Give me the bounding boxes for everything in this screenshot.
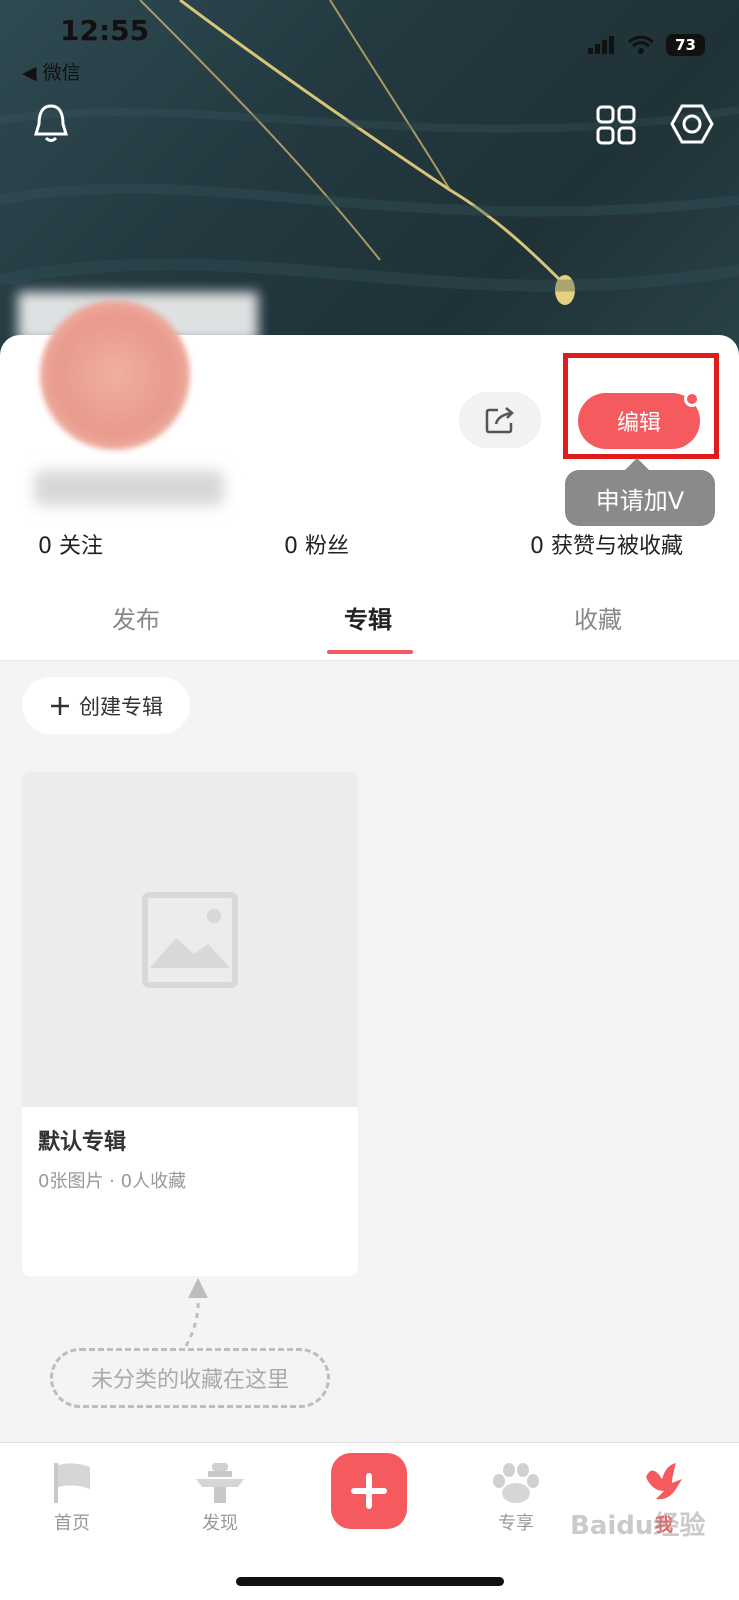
nav-home-label: 首页 — [54, 1513, 90, 1534]
wifi-icon — [628, 35, 655, 54]
nav-discover-label: 发现 — [202, 1513, 238, 1534]
nav-exclusive-label: 专享 — [498, 1513, 534, 1534]
status-time: 12:55 — [60, 14, 150, 47]
avatar[interactable] — [40, 300, 190, 450]
apply-verify-tooltip[interactable]: 申请加V — [565, 458, 715, 526]
publish-button[interactable] — [331, 1453, 407, 1529]
settings-icon[interactable] — [670, 103, 714, 145]
hint-arrow-icon — [184, 1278, 208, 1347]
edit-profile-button[interactable]: 编辑 — [578, 393, 700, 449]
uncategorized-hint: 未分类的收藏在这里 — [50, 1348, 330, 1408]
plus-small-icon — [51, 696, 69, 715]
bird-icon — [646, 1463, 682, 1500]
stat-likes-collections[interactable]: 0 获赞与被收藏 — [530, 528, 683, 560]
tab-posts[interactable]: 发布 — [112, 600, 160, 635]
paw-icon — [493, 1463, 539, 1503]
signal-icon — [588, 36, 615, 54]
album-title: 默认专辑 — [38, 1130, 127, 1155]
explore-icon — [196, 1463, 244, 1503]
share-icon — [485, 407, 514, 434]
nav-discover[interactable]: 发现 — [170, 1461, 270, 1535]
watermark: Baidu经验 — [570, 1511, 706, 1541]
album-card-default[interactable]: 默认专辑 0张图片 · 0人收藏 — [22, 772, 358, 1276]
tab-albums[interactable]: 专辑 — [344, 600, 392, 635]
album-cover — [22, 772, 358, 1107]
back-to-app-link[interactable]: ◀ 微信 — [22, 58, 81, 85]
stat-followers[interactable]: 0 粉丝 — [284, 528, 349, 560]
bell-icon[interactable] — [32, 102, 70, 144]
edit-notification-dot — [684, 391, 700, 407]
flag-icon — [54, 1463, 90, 1503]
home-indicator — [236, 1577, 504, 1586]
create-album-button[interactable]: 创建专辑 — [22, 677, 190, 734]
album-meta: 0张图片 · 0人收藏 — [38, 1171, 187, 1192]
plus-icon — [351, 1473, 387, 1509]
image-placeholder-icon — [142, 891, 238, 988]
status-indicators: 73 — [588, 34, 705, 56]
share-profile-button[interactable] — [459, 392, 541, 448]
nav-exclusive[interactable]: 专享 — [466, 1461, 566, 1535]
username-blurred — [34, 470, 224, 506]
active-tab-indicator — [327, 650, 413, 654]
tab-divider — [0, 660, 739, 661]
nav-home[interactable]: 首页 — [22, 1461, 122, 1535]
grid-icon[interactable] — [596, 105, 636, 145]
create-album-label: 创建专辑 — [79, 694, 163, 719]
stat-following[interactable]: 0 关注 — [38, 528, 103, 560]
battery-indicator: 73 — [666, 34, 705, 56]
tab-collections[interactable]: 收藏 — [574, 600, 622, 635]
